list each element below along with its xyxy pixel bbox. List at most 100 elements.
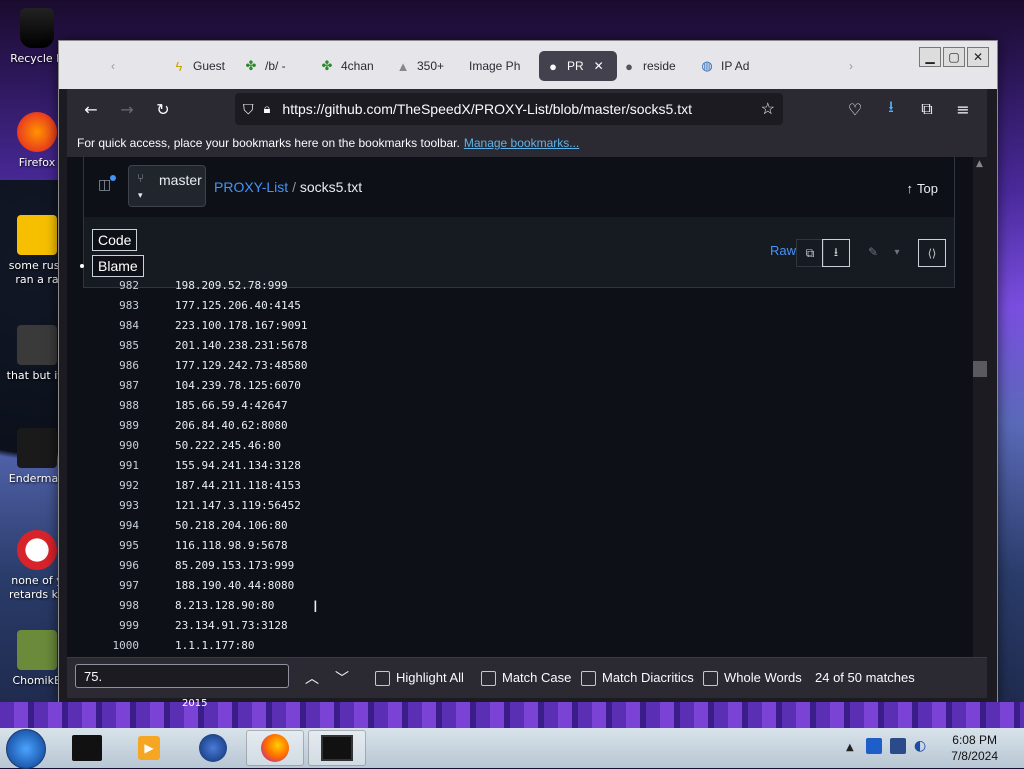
tab-overflow[interactable]: ‹ <box>111 51 133 81</box>
line-text: 50.222.245.46:80 <box>175 439 281 452</box>
line-number[interactable]: 989 <box>77 419 139 432</box>
branch-selector[interactable]: ⑂ master ▾ <box>128 165 206 207</box>
tray-app-icon[interactable] <box>866 738 882 754</box>
line-number[interactable]: 985 <box>77 339 139 352</box>
line-number[interactable]: 983 <box>77 299 139 312</box>
line-number[interactable]: 986 <box>77 359 139 372</box>
symbols-panel-icon[interactable]: ⟨⟩ <box>918 239 946 267</box>
tab-ip-address[interactable]: ◍ IP Ad <box>699 51 757 81</box>
code-tab[interactable]: Code <box>92 229 138 251</box>
code-line: 995 116.118.98.9:5678 <box>67 539 667 559</box>
code-line: 982 198.209.52.78:999 <box>67 279 667 299</box>
copy-icon[interactable]: ⧉ <box>796 239 824 267</box>
line-number[interactable]: 990 <box>77 439 139 452</box>
network-icon[interactable] <box>890 738 906 754</box>
clover-icon: ✤ <box>321 58 333 73</box>
line-text: 185.66.59.4:42647 <box>175 399 288 412</box>
bullet-dot <box>80 264 84 268</box>
top-button[interactable]: ↑ Top <box>907 181 938 196</box>
edit-dropdown-icon[interactable]: ▾ <box>888 239 906 265</box>
line-number[interactable]: 995 <box>77 539 139 552</box>
text-cursor-icon: I <box>313 597 318 616</box>
reload-icon[interactable]: ↻ <box>151 97 175 121</box>
url-bar[interactable]: ⛉ 🔒︎ https://github.com/TheSpeedX/PROXY-… <box>235 93 783 125</box>
tab-350[interactable]: ▲ 350+ <box>395 51 451 81</box>
tab-image-ph[interactable]: Image Ph <box>469 51 527 81</box>
minimize-button[interactable]: ▁ <box>919 47 941 67</box>
recycle-bin-icon <box>20 8 54 48</box>
sidebar-toggle-icon[interactable]: ◫ <box>98 177 111 193</box>
tab-4chan[interactable]: ✤ 4chan <box>319 51 375 81</box>
scroll-up-icon[interactable]: ▲ <box>976 159 983 169</box>
taskbar-app-terminal[interactable] <box>58 730 116 766</box>
match-count: 24 of 50 matches <box>815 670 915 685</box>
checkbox-label: Match Case <box>502 670 572 685</box>
forward-arrow-icon[interactable]: → <box>115 97 139 121</box>
tab-github-active[interactable]: ● PR ✕ <box>539 51 617 81</box>
bookmarks-toolbar: For quick access, place your bookmarks h… <box>67 129 987 157</box>
scrollbar-thumb[interactable] <box>973 361 987 377</box>
line-number[interactable]: 993 <box>77 499 139 512</box>
blame-tab[interactable]: Blame <box>92 255 144 277</box>
tab-label: 350+ <box>417 59 445 73</box>
vertical-scrollbar[interactable]: ▲ <box>973 157 987 657</box>
close-window-button[interactable]: ✕ <box>967 47 989 67</box>
maximize-button[interactable]: ▢ <box>943 47 965 67</box>
manage-bookmarks-link[interactable]: Manage bookmarks... <box>464 136 579 150</box>
line-number[interactable]: 998 <box>77 599 139 612</box>
firefox-icon <box>17 112 57 152</box>
edit-pencil-icon[interactable]: ✎ <box>860 239 886 265</box>
line-number[interactable]: 991 <box>77 459 139 472</box>
bookmark-star-icon[interactable]: ☆ <box>761 99 775 119</box>
line-number[interactable]: 1000 <box>77 639 140 652</box>
line-number[interactable]: 992 <box>77 479 139 492</box>
pocket-icon[interactable]: ♡ <box>843 97 867 121</box>
taskbar-app-window[interactable] <box>308 730 366 766</box>
line-number[interactable]: 999 <box>77 619 139 632</box>
url-text[interactable]: https://github.com/TheSpeedX/PROXY-List/… <box>282 101 692 117</box>
shield-icon[interactable]: ⛉ <box>243 101 254 118</box>
find-bar: 75. ︿ ﹀ Highlight All Match Case Match D… <box>67 657 987 698</box>
checkbox-icon <box>481 671 496 687</box>
repo-link[interactable]: PROXY-List <box>214 179 288 195</box>
match-diacritics-checkbox[interactable]: Match Diacritics <box>581 670 694 687</box>
system-clock[interactable]: 6:08 PM 7/8/2024 <box>951 732 998 764</box>
extensions-icon[interactable]: ⧉ <box>915 97 939 121</box>
line-number[interactable]: 982 <box>77 279 139 292</box>
find-previous-icon[interactable]: ︿ <box>305 668 319 688</box>
back-arrow-icon[interactable]: ← <box>79 97 103 121</box>
line-number[interactable]: 984 <box>77 319 139 332</box>
line-text: 206.84.40.62:8080 <box>175 419 288 432</box>
volume-icon[interactable]: ◐ <box>914 738 930 754</box>
lock-icon[interactable]: 🔒︎ <box>264 101 271 117</box>
dropdown-caret-icon: ▾ <box>138 190 143 200</box>
taskbar-app-firefox[interactable] <box>246 730 304 766</box>
whole-words-checkbox[interactable]: Whole Words <box>703 670 802 687</box>
code-line: 986 177.129.242.73:48580 <box>67 359 667 379</box>
taskbar-app-media[interactable]: ▶ <box>120 730 178 766</box>
menu-icon[interactable]: ≡ <box>951 97 975 121</box>
clock-time: 6:08 PM <box>952 733 997 747</box>
match-case-checkbox[interactable]: Match Case <box>481 670 572 687</box>
line-number[interactable]: 997 <box>77 579 139 592</box>
find-input[interactable]: 75. <box>75 664 289 688</box>
highlight-all-checkbox[interactable]: Highlight All <box>375 670 464 687</box>
taskbar-app-browser[interactable] <box>184 730 242 766</box>
line-number[interactable]: 987 <box>77 379 139 392</box>
line-number[interactable]: 996 <box>77 559 139 572</box>
tab-reside[interactable]: ● reside <box>621 51 683 81</box>
line-text: 116.118.98.9:5678 <box>175 539 288 552</box>
tray-expand-icon[interactable]: ▲ <box>846 742 854 753</box>
tab-guest[interactable]: ϟ Guest <box>171 51 227 81</box>
tab-close-icon[interactable]: ✕ <box>594 59 604 73</box>
line-number[interactable]: 994 <box>77 519 139 532</box>
line-number[interactable]: 988 <box>77 399 139 412</box>
downloads-icon[interactable]: ⭳ <box>879 97 903 121</box>
raw-button[interactable]: Raw <box>770 243 796 258</box>
branch-name: master <box>159 172 202 188</box>
download-icon[interactable]: ⭳ <box>822 239 850 267</box>
start-button[interactable] <box>6 729 46 769</box>
tab-scroll-right[interactable]: › <box>849 51 867 81</box>
tab-4chan-b[interactable]: ✤ /b/ - <box>243 51 299 81</box>
find-next-icon[interactable]: ﹀ <box>335 668 349 688</box>
